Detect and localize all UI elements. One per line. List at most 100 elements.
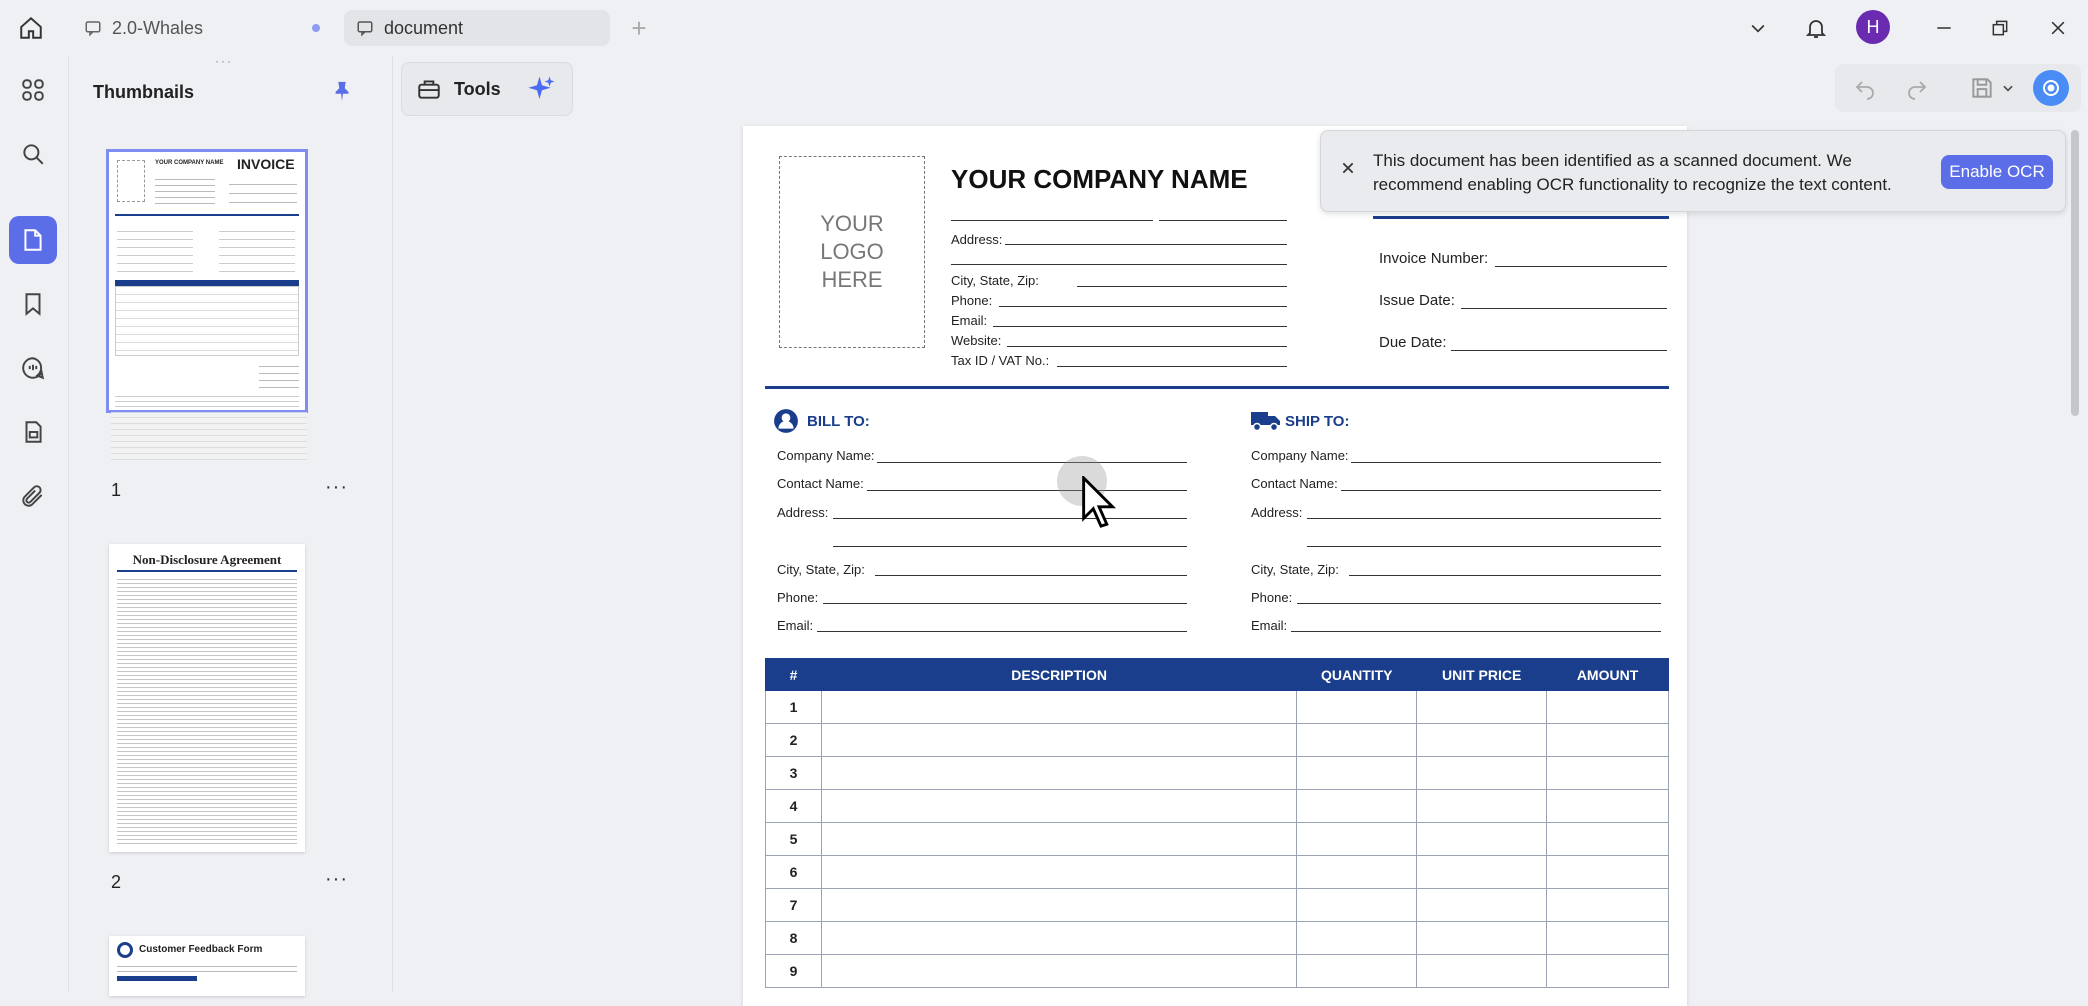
undo-icon[interactable] bbox=[1853, 76, 1877, 100]
table-cell bbox=[1416, 789, 1548, 823]
table-cell bbox=[820, 954, 1298, 988]
redo-icon[interactable] bbox=[1905, 76, 1929, 100]
field-line bbox=[951, 220, 1153, 221]
thumbnail-page-2[interactable]: Non-Disclosure Agreement bbox=[109, 544, 305, 852]
thumb-lines bbox=[229, 176, 297, 206]
save-icon[interactable] bbox=[1969, 75, 1995, 101]
table-cell bbox=[820, 756, 1298, 790]
avatar[interactable]: H bbox=[1856, 10, 1890, 44]
save-options-chevron-icon[interactable] bbox=[2001, 81, 2015, 95]
thumbnails-page-icon[interactable] bbox=[9, 216, 57, 264]
search-icon[interactable] bbox=[9, 130, 57, 178]
thumb-invoice-title: INVOICE bbox=[237, 156, 295, 172]
field-line bbox=[1451, 350, 1667, 351]
tools-button[interactable]: Tools bbox=[401, 62, 573, 116]
field-line bbox=[875, 575, 1187, 576]
table-cell bbox=[1546, 921, 1669, 955]
table-cell bbox=[1416, 822, 1548, 856]
table-cell bbox=[1546, 789, 1669, 823]
tab-document[interactable]: document bbox=[344, 10, 610, 46]
table-cell bbox=[1296, 921, 1418, 955]
chevron-down-icon[interactable] bbox=[1740, 12, 1776, 44]
table-cell bbox=[1546, 855, 1669, 889]
minimize-icon[interactable] bbox=[1926, 12, 1962, 44]
tab-whales[interactable]: 2.0-Whales bbox=[72, 10, 330, 46]
table-cell bbox=[820, 855, 1298, 889]
tab-label: 2.0-Whales bbox=[112, 17, 204, 38]
logo-text: YOUR bbox=[820, 211, 884, 236]
page-1-more-icon[interactable]: ··· bbox=[325, 476, 348, 499]
table-cell bbox=[820, 690, 1298, 724]
thumbnail-page-1[interactable]: YOUR COMPANY NAME INVOICE bbox=[106, 149, 308, 413]
ship-city-label: City, State, Zip: bbox=[1251, 562, 1339, 577]
table-cell bbox=[1296, 954, 1418, 988]
pages-icon[interactable] bbox=[9, 408, 57, 456]
table-cell bbox=[1546, 690, 1669, 724]
table-cell bbox=[1296, 822, 1418, 856]
new-tab-button[interactable]: + bbox=[624, 12, 654, 44]
bell-icon[interactable] bbox=[1798, 10, 1834, 46]
table-cell bbox=[1416, 756, 1548, 790]
bill-city-label: City, State, Zip: bbox=[777, 562, 865, 577]
thumb-text-lines bbox=[117, 576, 297, 846]
bill-company-label: Company Name: bbox=[777, 448, 875, 463]
close-window-icon[interactable] bbox=[2040, 12, 2076, 44]
vertical-scrollbar[interactable] bbox=[2071, 130, 2079, 416]
field-line bbox=[833, 518, 1187, 519]
home-icon[interactable] bbox=[14, 12, 48, 44]
comment-icon[interactable] bbox=[9, 344, 57, 392]
thumb-footer bbox=[115, 392, 299, 408]
company-taxid-label: Tax ID / VAT No.: bbox=[951, 353, 1050, 368]
enable-ocr-button[interactable]: Enable OCR bbox=[1941, 155, 2053, 189]
field-line bbox=[993, 326, 1287, 327]
quick-actions-group bbox=[1835, 64, 2081, 112]
tools-label: Tools bbox=[454, 78, 501, 99]
table-cell bbox=[1296, 756, 1418, 790]
close-notification-icon[interactable] bbox=[1341, 161, 1361, 181]
ship-company-label: Company Name: bbox=[1251, 448, 1349, 463]
company-name: YOUR COMPANY NAME bbox=[951, 164, 1248, 194]
document-page[interactable]: YOUR LOGO HERE YOUR COMPANY NAME Address… bbox=[743, 126, 1687, 1006]
resize-handle[interactable]: ··· bbox=[215, 55, 243, 67]
bookmark-icon[interactable] bbox=[9, 280, 57, 328]
thumb-company-name: YOUR COMPANY NAME bbox=[155, 160, 224, 166]
thumb-table bbox=[115, 286, 299, 356]
left-tool-rail bbox=[0, 56, 66, 992]
thumb-page-1-overflow bbox=[111, 412, 307, 460]
company-city-label: City, State, Zip: bbox=[951, 273, 1039, 288]
thumbnail-page-3[interactable]: Customer Feedback Form bbox=[109, 936, 305, 996]
table-cell bbox=[1416, 921, 1548, 955]
field-line bbox=[1461, 308, 1667, 309]
col-header-quantity: QUANTITY bbox=[1296, 658, 1418, 691]
table-cell bbox=[820, 789, 1298, 823]
logo-text: HERE bbox=[821, 267, 883, 292]
field-line bbox=[1291, 631, 1661, 632]
ai-sparkle-icon[interactable] bbox=[527, 74, 557, 104]
thumb-lines bbox=[117, 224, 193, 276]
table-row: 9 bbox=[765, 954, 1669, 988]
page-2-more-icon[interactable]: ··· bbox=[325, 868, 348, 891]
thumb-section-bar bbox=[117, 976, 197, 981]
table-cell bbox=[1546, 756, 1669, 790]
restore-icon[interactable] bbox=[1982, 12, 2018, 44]
apps-grid-icon[interactable] bbox=[9, 66, 57, 114]
attachment-icon[interactable] bbox=[9, 472, 57, 520]
tab-label: document bbox=[384, 17, 464, 38]
field-line bbox=[823, 603, 1187, 604]
thumb-rule bbox=[115, 214, 299, 216]
row-number: 4 bbox=[765, 789, 822, 823]
field-line bbox=[1057, 366, 1287, 367]
field-line bbox=[1307, 546, 1661, 547]
person-icon bbox=[774, 409, 798, 433]
col-header-unit-price: UNIT PRICE bbox=[1416, 658, 1548, 691]
table-row: 4 bbox=[765, 789, 1669, 823]
table-row: 5 bbox=[765, 822, 1669, 856]
pin-icon[interactable] bbox=[331, 78, 355, 106]
issue-date-label: Issue Date: bbox=[1379, 292, 1455, 309]
row-number: 9 bbox=[765, 954, 822, 988]
toolbox-icon bbox=[418, 80, 440, 99]
ocr-notification: This document has been identified as a s… bbox=[1320, 130, 2066, 212]
table-cell bbox=[1296, 789, 1418, 823]
bill-contact-label: Contact Name: bbox=[777, 476, 864, 491]
ai-assistant-icon[interactable] bbox=[2033, 70, 2069, 106]
